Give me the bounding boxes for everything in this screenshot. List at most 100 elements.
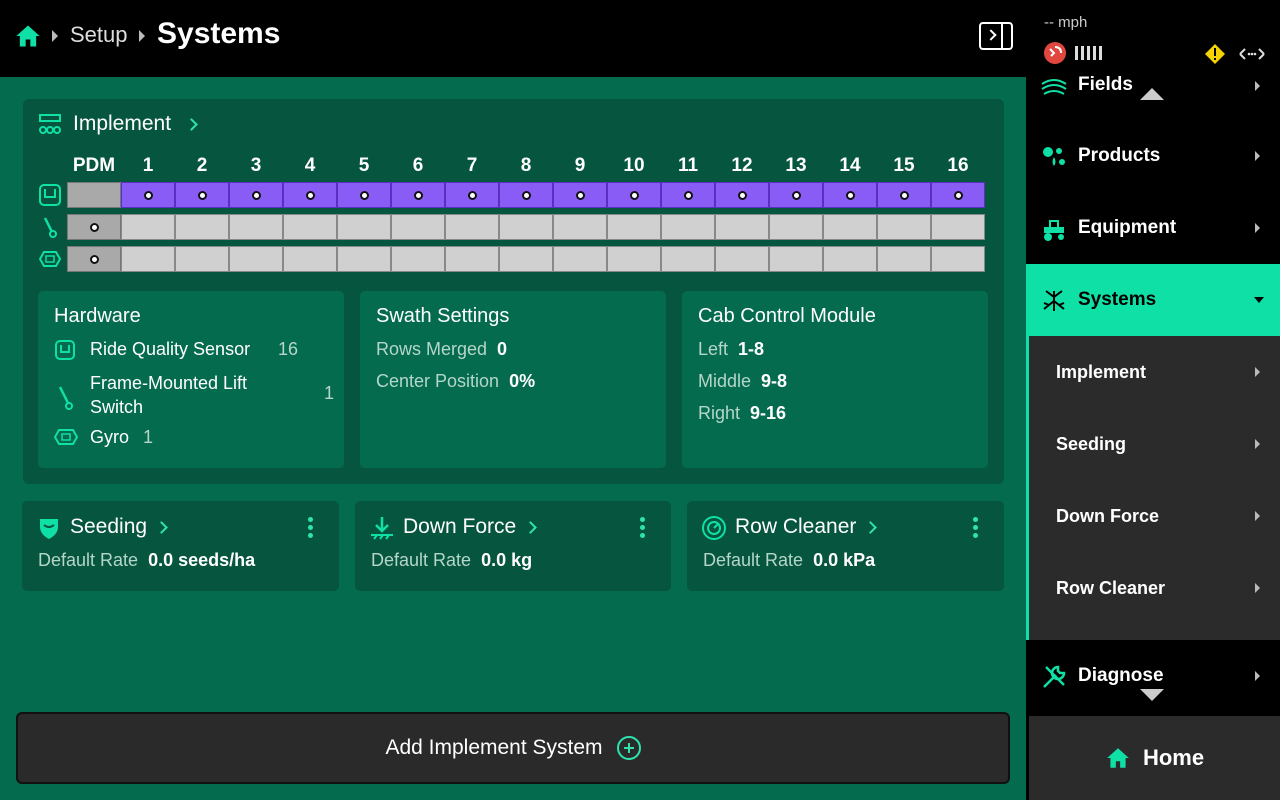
row-cell[interactable] (823, 182, 877, 208)
row-cell[interactable] (337, 182, 391, 208)
sidebar-item-label: Fields (1078, 74, 1133, 95)
row-cell[interactable] (499, 246, 553, 272)
row-cell[interactable] (553, 246, 607, 272)
row-cell[interactable] (931, 246, 985, 272)
row-cell[interactable] (445, 182, 499, 208)
swath-title: Swath Settings (376, 305, 510, 327)
row-cell[interactable] (283, 246, 337, 272)
row-cell[interactable] (607, 182, 661, 208)
row-cell[interactable] (229, 246, 283, 272)
row-cleaner-card[interactable]: Row Cleaner Default Rate 0.0 kPa (687, 501, 1004, 591)
row-cell[interactable] (337, 246, 391, 272)
row-cell[interactable] (823, 214, 877, 240)
row-cell[interactable] (121, 246, 175, 272)
row-cell[interactable] (715, 246, 769, 272)
row-cell[interactable] (661, 246, 715, 272)
pdm-cell[interactable] (67, 246, 121, 272)
pdm-cell[interactable] (67, 182, 121, 208)
row-cell[interactable] (391, 246, 445, 272)
home-button[interactable]: Home (1026, 716, 1280, 800)
row-cell[interactable] (877, 182, 931, 208)
more-options-icon[interactable] (308, 517, 314, 539)
top-bar: Setup Systems (0, 0, 1026, 77)
cab-right-value: 9-16 (750, 403, 787, 423)
panel-toggle-icon[interactable] (979, 22, 1013, 50)
chevron-right-icon (1255, 367, 1260, 377)
row-cell[interactable] (661, 214, 715, 240)
main-panel: Setup Systems Implement PDM Hardware Rid… (0, 0, 1026, 800)
row-cell[interactable] (715, 182, 769, 208)
gyro-icon (39, 251, 61, 267)
row-cell[interactable] (283, 182, 337, 208)
row-cell[interactable] (445, 246, 499, 272)
rate-label: Default Rate (38, 550, 139, 570)
more-options-icon[interactable] (973, 517, 979, 539)
row-cell[interactable] (661, 182, 715, 208)
cab-left-value: 1-8 (738, 339, 765, 359)
row-cell[interactable] (121, 182, 175, 208)
hardware-name: Ride Quality Sensor (90, 339, 251, 359)
row-cell[interactable] (175, 214, 229, 240)
row-column-header: 11 (677, 155, 699, 176)
row-cell[interactable] (499, 182, 553, 208)
breadcrumb-setup[interactable]: Setup (70, 22, 128, 48)
row-cleaner-rate: Default Rate 0.0 kPa (703, 550, 875, 571)
row-cell[interactable] (121, 214, 175, 240)
sidebar-item-fields[interactable]: Fields (1026, 48, 1280, 120)
row-cell[interactable] (553, 214, 607, 240)
row-cell[interactable] (607, 214, 661, 240)
more-options-icon[interactable] (640, 517, 646, 539)
row-cell[interactable] (337, 214, 391, 240)
hardware-name: Frame-Mounted Lift Switch (90, 373, 248, 417)
submenu-item-down-force[interactable]: Down Force (1029, 480, 1280, 552)
sidebar-item-equipment[interactable]: Equipment (1026, 192, 1280, 264)
sidebar-item-products[interactable]: Products (1026, 120, 1280, 192)
row-cell[interactable] (769, 246, 823, 272)
row-cell[interactable] (607, 246, 661, 272)
scroll-down-icon[interactable] (1140, 689, 1164, 701)
row-cleaner-icon (702, 516, 726, 540)
row-column-header: 4 (304, 155, 316, 176)
submenu-item-row-cleaner[interactable]: Row Cleaner (1029, 552, 1280, 624)
scroll-up-icon[interactable] (1140, 88, 1164, 100)
row-cell[interactable] (877, 214, 931, 240)
row-cell[interactable] (553, 182, 607, 208)
indicator-dot (791, 190, 801, 200)
row-cell[interactable] (715, 214, 769, 240)
home-icon (1107, 748, 1129, 768)
home-icon[interactable] (14, 22, 42, 50)
row-cell[interactable] (175, 246, 229, 272)
row-cell[interactable] (499, 214, 553, 240)
row-cell[interactable] (445, 214, 499, 240)
row-cell[interactable] (931, 182, 985, 208)
row-cell[interactable] (823, 246, 877, 272)
hardware-name: Gyro (90, 427, 130, 447)
breadcrumb-separator (52, 30, 58, 42)
add-implement-system-button[interactable]: Add Implement System (16, 712, 1010, 784)
row-cell[interactable] (391, 182, 445, 208)
row-cell[interactable] (877, 246, 931, 272)
down-force-card[interactable]: Down Force Default Rate 0.0 kg (355, 501, 671, 591)
sidebar-item-systems[interactable]: Systems (1026, 264, 1280, 336)
row-column-header: 13 (785, 155, 807, 176)
submenu-item-implement[interactable]: Implement (1029, 336, 1280, 408)
indicator-dot (899, 190, 909, 200)
pdm-header: PDM (72, 155, 116, 176)
chevron-right-icon (864, 520, 878, 534)
implement-icon (39, 114, 61, 134)
submenu-item-seeding[interactable]: Seeding (1029, 408, 1280, 480)
row-cell[interactable] (769, 182, 823, 208)
pdm-cell[interactable] (67, 214, 121, 240)
sidebar-item-diagnose[interactable]: Diagnose (1026, 640, 1280, 712)
row-cell[interactable] (931, 214, 985, 240)
row-cell[interactable] (229, 182, 283, 208)
row-cell[interactable] (229, 214, 283, 240)
row-cell[interactable] (175, 182, 229, 208)
row-cell[interactable] (391, 214, 445, 240)
indicator-dot (413, 190, 423, 200)
chevron-right-icon (1255, 439, 1260, 449)
seeding-card[interactable]: Seeding Default Rate 0.0 seeds/ha (22, 501, 339, 591)
implement-header[interactable]: Implement (37, 111, 198, 137)
row-cell[interactable] (283, 214, 337, 240)
row-cell[interactable] (769, 214, 823, 240)
